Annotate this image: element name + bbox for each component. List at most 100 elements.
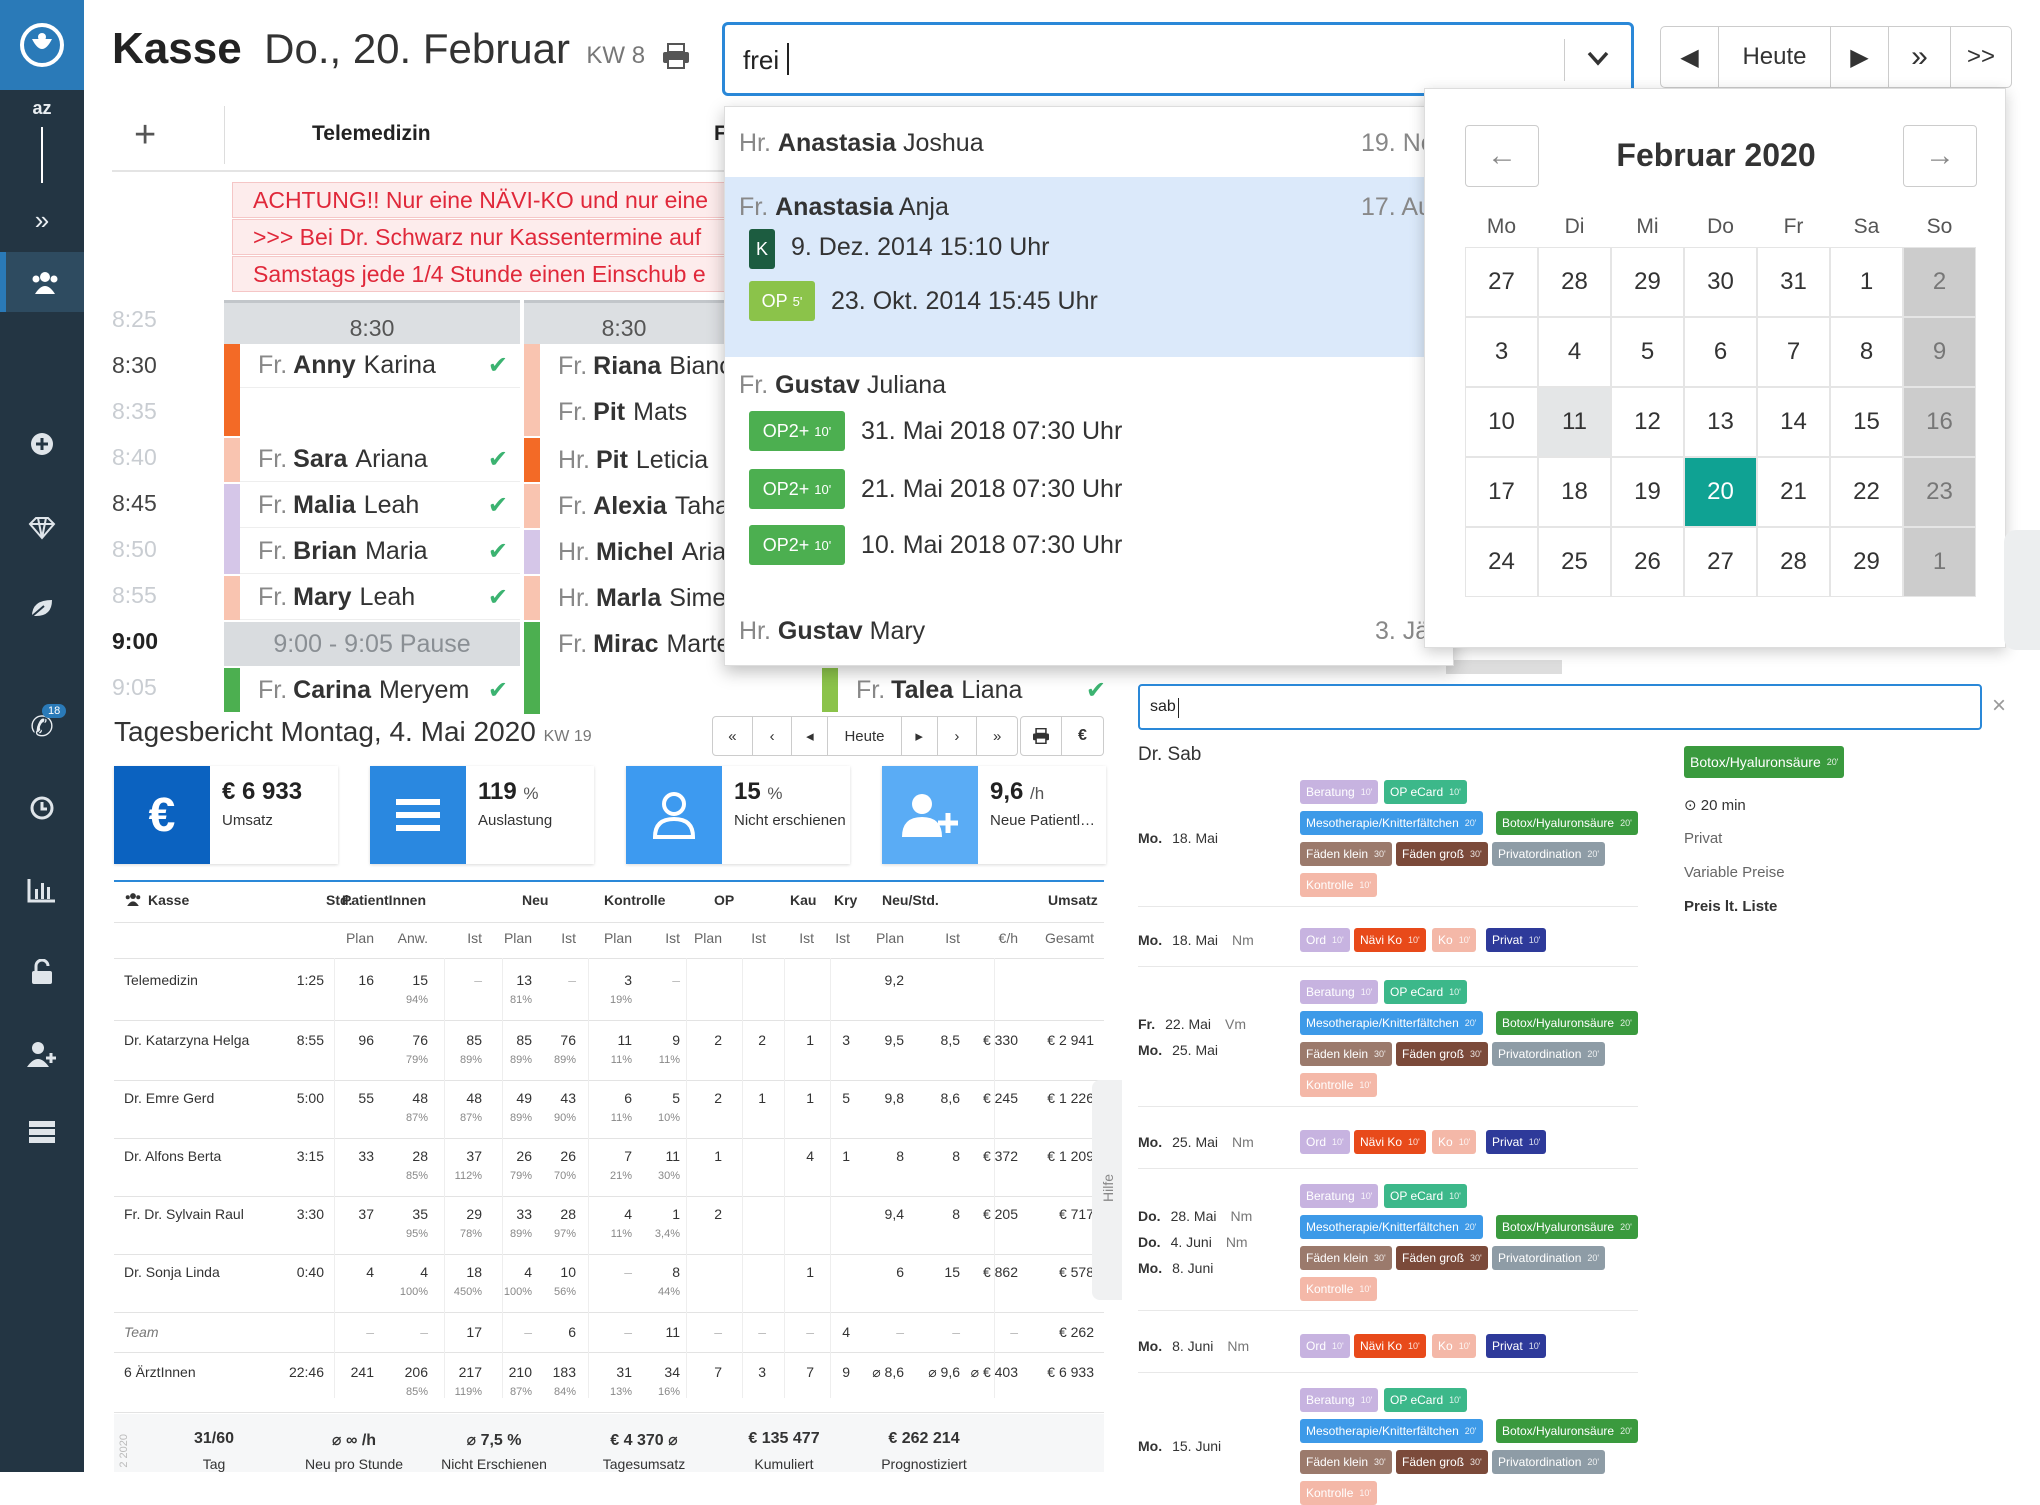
- calendar-day[interactable]: 15: [1830, 387, 1903, 457]
- service-pill[interactable]: Privat 10': [1486, 1130, 1547, 1154]
- calendar-day[interactable]: 18: [1538, 457, 1611, 527]
- calendar-day[interactable]: 8: [1830, 317, 1903, 387]
- service-pill[interactable]: Ord 10': [1300, 1334, 1350, 1358]
- report-last-button[interactable]: »: [977, 717, 1017, 755]
- calendar-day[interactable]: 25: [1538, 527, 1611, 597]
- service-pill[interactable]: Ko 10': [1432, 928, 1477, 952]
- calendar-day[interactable]: 29: [1830, 527, 1903, 597]
- today-button[interactable]: Heute: [1719, 27, 1831, 87]
- sidebar-item-expand[interactable]: »: [0, 190, 84, 250]
- service-pill[interactable]: Ko 10': [1432, 1334, 1477, 1358]
- sidebar-item-server[interactable]: [0, 1102, 84, 1162]
- help-tab[interactable]: Hilfe: [1092, 1080, 1122, 1300]
- calendar-day[interactable]: 24: [1465, 527, 1538, 597]
- prev-month-button[interactable]: ←: [1465, 125, 1539, 187]
- appointment-day[interactable]: Mo. 25. Mai Nm: [1138, 1134, 1254, 1150]
- sidebar-item-nature[interactable]: [0, 578, 84, 638]
- calendar-day[interactable]: 19: [1611, 457, 1684, 527]
- appointment-date[interactable]: 23. Okt. 2014 15:45 Uhr: [831, 287, 1098, 316]
- calendar-day[interactable]: 28: [1757, 527, 1830, 597]
- service-pill[interactable]: Privat 10': [1486, 928, 1547, 952]
- calendar-day[interactable]: 3: [1465, 317, 1538, 387]
- appointment-slot[interactable]: Fr. Carina Meryem ✔: [240, 668, 520, 712]
- report-today-button[interactable]: Heute: [828, 717, 902, 755]
- appointment-date[interactable]: 21. Mai 2018 07:30 Uhr: [861, 475, 1122, 504]
- calendar-day[interactable]: 21: [1757, 457, 1830, 527]
- calendar-day[interactable]: 17: [1465, 457, 1538, 527]
- appointment-slot[interactable]: Hr.MichelAriana: [540, 530, 724, 574]
- chevron-down-icon[interactable]: [1583, 43, 1613, 73]
- calendar-day[interactable]: 7: [1757, 317, 1830, 387]
- report-next-month-button[interactable]: ›: [938, 717, 978, 755]
- calendar-day[interactable]: 27: [1465, 247, 1538, 317]
- service-pill[interactable]: Beratung 10': [1300, 1184, 1379, 1208]
- service-pill[interactable]: OP eCard 10': [1384, 780, 1467, 804]
- appointment-slot[interactable]: Fr. Malia Leah ✔: [240, 484, 520, 528]
- sidebar-item-add[interactable]: [0, 414, 84, 474]
- service-pill[interactable]: Botox/Hyaluronsäure 20': [1496, 1419, 1638, 1443]
- search-result-item[interactable]: Fr. Gustav Juliana OP2+ 10' 31. Mai 2018…: [725, 357, 1453, 583]
- appointment-day[interactable]: Mo. 18. Mai: [1138, 830, 1218, 846]
- report-prev-day-button[interactable]: ◂: [792, 717, 829, 755]
- appointment-slot[interactable]: Fr.RianaBianca: [540, 344, 724, 388]
- calendar-day[interactable]: 4: [1538, 317, 1611, 387]
- print-icon[interactable]: [662, 43, 690, 74]
- sidebar-item-premium[interactable]: [0, 498, 84, 558]
- calendar-day[interactable]: 16: [1903, 387, 1976, 457]
- sidebar-item-phone[interactable]: ✆ 18: [0, 696, 84, 756]
- service-pill[interactable]: Botox/Hyaluronsäure 20': [1496, 1215, 1638, 1239]
- appointment-date[interactable]: 9. Dez. 2014 15:10 Uhr: [791, 233, 1050, 262]
- service-pill[interactable]: Mesotherapie/Knitterfältchen 20': [1300, 1215, 1483, 1239]
- service-pill[interactable]: Fäden klein 30': [1300, 1246, 1392, 1270]
- calendar-day[interactable]: 26: [1611, 527, 1684, 597]
- appointment-slot[interactable]: Fr. Alexia Taha: [540, 484, 724, 528]
- calendar-day[interactable]: 6: [1684, 317, 1757, 387]
- calendar-day[interactable]: 28: [1538, 247, 1611, 317]
- service-pill[interactable]: Nävi Ko 10': [1354, 928, 1426, 952]
- search-result-item[interactable]: Hr. Anastasia Joshua 19. No: [725, 107, 1453, 177]
- appointment-date[interactable]: 31. Mai 2018 07:30 Uhr: [861, 417, 1122, 446]
- service-pill[interactable]: OP eCard 10': [1384, 1388, 1467, 1412]
- add-column-icon[interactable]: +: [134, 114, 156, 157]
- report-prev-month-button[interactable]: ‹: [753, 717, 793, 755]
- service-pill[interactable]: OP eCard 10': [1384, 980, 1467, 1004]
- prev-day-button[interactable]: ◀: [1661, 27, 1719, 87]
- app-logo[interactable]: [0, 0, 84, 90]
- service-pill[interactable]: Kontrolle 10': [1300, 1073, 1378, 1097]
- next-day-button[interactable]: ▶: [1831, 27, 1889, 87]
- service-pill[interactable]: Mesotherapie/Knitterfältchen 20': [1300, 1011, 1483, 1035]
- close-icon[interactable]: ×: [1992, 692, 2006, 720]
- tab-telemedizin[interactable]: Telemedizin: [312, 122, 431, 146]
- next-month-button[interactable]: >>: [1951, 27, 2011, 87]
- calendar-day[interactable]: 22: [1830, 457, 1903, 527]
- service-pill[interactable]: Nävi Ko 10': [1354, 1130, 1426, 1154]
- service-pill[interactable]: Privat 10': [1486, 1334, 1547, 1358]
- service-search-input[interactable]: sab: [1138, 684, 1982, 730]
- appointment-slot[interactable]: Fr. Mary Leah ✔: [240, 576, 520, 620]
- calendar-day[interactable]: 12: [1611, 387, 1684, 457]
- appointment-day[interactable]: Mo. 15. Juni: [1138, 1438, 1221, 1454]
- patient-search-input[interactable]: frei: [722, 22, 1634, 96]
- selected-service-tag[interactable]: Botox/Hyaluronsäure 20': [1684, 746, 1845, 778]
- service-pill[interactable]: Fäden klein 30': [1300, 1450, 1392, 1474]
- appointment-day[interactable]: Fr. 22. Mai Vm: [1138, 1016, 1246, 1032]
- search-result-item[interactable]: Hr. Gustav Mary 3. Jä: [725, 601, 1453, 665]
- appointment-slot[interactable]: Fr. Sara Ariana ✔: [240, 438, 520, 482]
- appointment-slot[interactable]: Fr. Pit Mats: [540, 390, 724, 434]
- service-pill[interactable]: Beratung 10': [1300, 780, 1379, 804]
- sidebar-item-lock[interactable]: [0, 942, 84, 1002]
- report-print-button[interactable]: [1020, 716, 1062, 756]
- sidebar-item-patients[interactable]: [0, 252, 84, 312]
- calendar-day[interactable]: 29: [1611, 247, 1684, 317]
- service-pill[interactable]: Kontrolle 10': [1300, 1277, 1378, 1301]
- calendar-day[interactable]: 1: [1830, 247, 1903, 317]
- appointment-slot[interactable]: Fr.MiracMarten: [540, 622, 724, 666]
- report-first-button[interactable]: «: [713, 717, 753, 755]
- next-week-button[interactable]: »: [1889, 27, 1951, 87]
- service-pill[interactable]: Botox/Hyaluronsäure 20': [1496, 811, 1638, 835]
- appointment-day[interactable]: Mo. 18. Mai Nm: [1138, 932, 1254, 948]
- service-pill[interactable]: Ko 10': [1432, 1130, 1477, 1154]
- sidebar-az[interactable]: az: [0, 92, 84, 188]
- calendar-day[interactable]: 13: [1684, 387, 1757, 457]
- side-handle[interactable]: [2004, 530, 2040, 650]
